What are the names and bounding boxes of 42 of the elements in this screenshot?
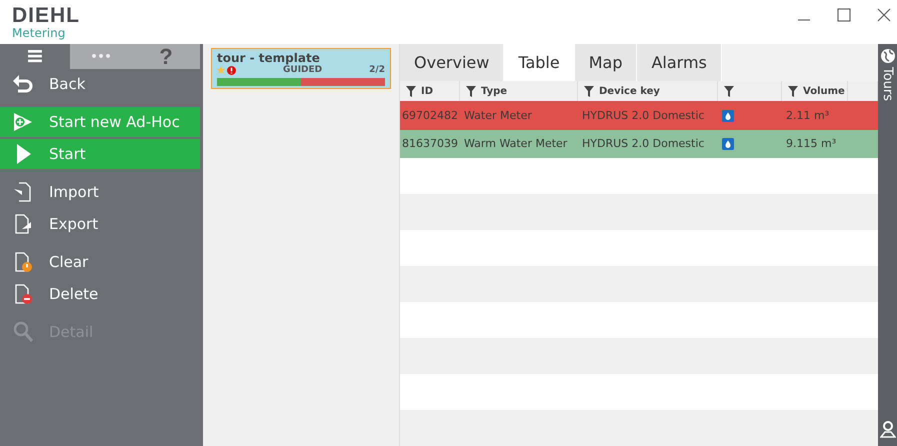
table-cell: HYDRUS 2.0 Domestic	[582, 109, 704, 122]
table-row[interactable]: 81637039 Warm Water Meter HYDRUS 2.0 Domestic 9.115 m³	[400, 130, 878, 158]
back-arrow-icon	[12, 73, 34, 95]
maximize-icon[interactable]	[837, 8, 851, 22]
tour-count: 2/2	[369, 65, 385, 75]
close-icon[interactable]	[877, 8, 891, 22]
tab[interactable]: Map	[574, 44, 638, 81]
tab[interactable]: Overview	[400, 44, 504, 81]
table-row[interactable]: 69702482 Water Meter HYDRUS 2.0 Domestic 2.11 m³	[400, 101, 878, 130]
play-plus-icon	[12, 111, 34, 133]
sidebar-item[interactable]: Import	[0, 177, 200, 207]
logo-subtitle: Metering	[12, 27, 66, 39]
sidebar-item[interactable]: Back	[0, 69, 200, 99]
tour-mode: GUIDED	[283, 65, 322, 75]
tour-card[interactable]: tour - template GUIDED 2/2	[211, 48, 391, 89]
filter-icon	[466, 86, 476, 97]
tab[interactable]: Table	[504, 44, 575, 81]
filter-icon	[584, 86, 594, 97]
search-icon	[12, 321, 34, 343]
table-cell: 81637039	[402, 137, 458, 150]
table-cell: 69702482	[402, 109, 458, 122]
filter-icon	[788, 86, 798, 97]
sidebar-item[interactable]: Clear	[0, 247, 200, 277]
globe-icon[interactable]	[880, 48, 896, 64]
water-drop-icon	[722, 110, 734, 122]
filter-icon	[406, 86, 416, 97]
water-drop-icon	[722, 138, 734, 150]
tours-label[interactable]: Tours	[880, 67, 895, 102]
filter-icon	[724, 86, 734, 97]
sidebar-item[interactable]: Export	[0, 209, 200, 239]
logo-text: DIEHL	[12, 5, 80, 26]
sidebar-item[interactable]: Delete	[0, 279, 200, 309]
tab[interactable]: Alarms	[637, 44, 722, 81]
table-cell: 9.115 m³	[786, 137, 836, 150]
table-cell: Water Meter	[464, 109, 532, 122]
table-cell: HYDRUS 2.0 Domestic	[582, 137, 704, 150]
help-button[interactable]: ?	[132, 44, 200, 69]
sidebar-item[interactable]: Start	[0, 139, 200, 169]
tour-name: tour - template	[217, 52, 321, 64]
table-cell: 2.11 m³	[786, 109, 830, 122]
table-cell: Warm Water Meter	[464, 137, 568, 150]
sidebar-item[interactable]: Start new Ad-Hoc	[0, 107, 200, 137]
